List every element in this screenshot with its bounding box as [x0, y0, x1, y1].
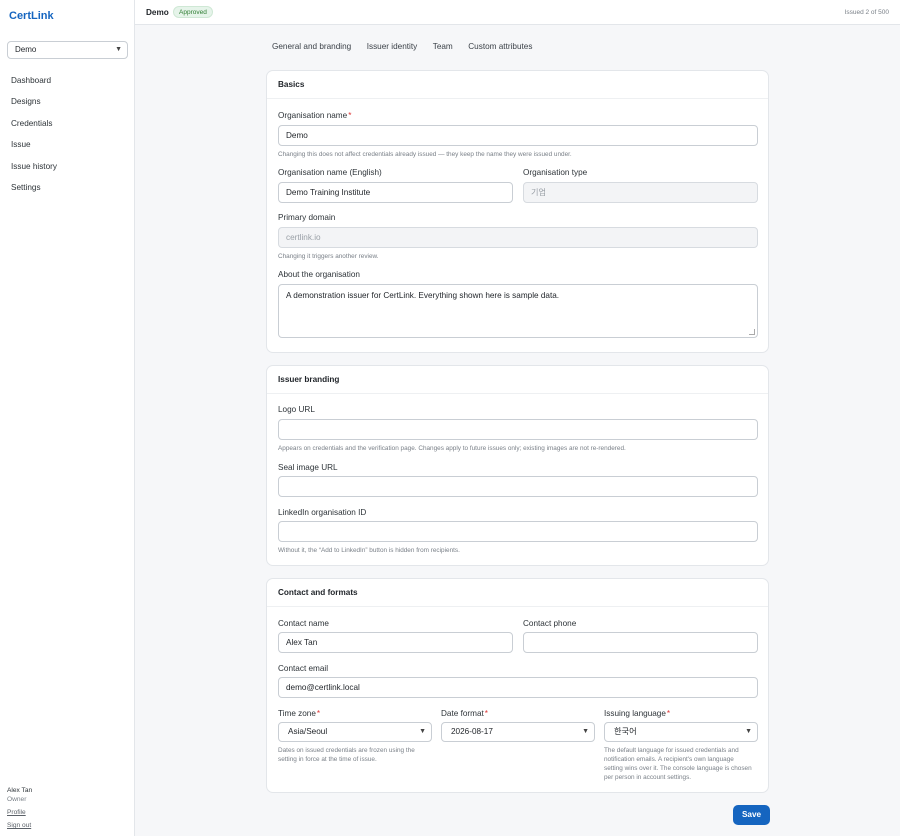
tab-custom-attributes[interactable]: Custom attributes: [468, 42, 532, 51]
date-format-label: Date format*: [441, 709, 488, 718]
organisation-select[interactable]: Demo ▼: [7, 41, 128, 59]
time-zone-help: Dates on issued credentials are frozen u…: [278, 747, 415, 763]
sign-out-link[interactable]: Sign out: [7, 821, 32, 830]
required-mark: *: [348, 111, 352, 120]
basics-card: Basics Organisation name* Demo Changing …: [266, 70, 769, 353]
linkedin-id-label: LinkedIn organisation ID: [278, 508, 367, 517]
time-zone-value: Asia/Seoul: [288, 727, 328, 736]
linkedin-id-input[interactable]: [278, 521, 758, 542]
brand-logo[interactable]: CertLink: [9, 10, 54, 22]
branding-title: Issuer branding: [267, 366, 768, 394]
profile-link[interactable]: Profile: [7, 808, 32, 817]
org-name-title: Demo: [146, 8, 169, 17]
issued-count: Issued 2 of 500: [844, 9, 889, 16]
organisation-select-value: Demo: [15, 45, 37, 54]
org-type-input[interactable]: 기업: [523, 182, 758, 203]
sidebar-item-credentials[interactable]: Credentials: [11, 119, 57, 140]
org-name-label: Organisation name*: [278, 111, 352, 120]
status-badge: Approved: [173, 6, 213, 18]
contact-phone-input[interactable]: [523, 632, 758, 653]
date-format-select[interactable]: 2026-08-17 ▼: [441, 722, 595, 742]
required-mark: *: [316, 709, 321, 718]
logo-url-help: Appears on credentials and the verificat…: [278, 445, 626, 452]
tab-team[interactable]: Team: [433, 42, 453, 51]
time-zone-select[interactable]: Asia/Seoul ▼: [278, 722, 432, 742]
time-zone-label: Time zone*: [278, 709, 321, 718]
date-format-value: 2026-08-17: [451, 727, 493, 736]
sidebar-item-settings[interactable]: Settings: [11, 183, 57, 204]
chevron-down-icon: ▼: [115, 46, 122, 53]
logo-url-label: Logo URL: [278, 405, 315, 414]
chevron-down-icon: ▼: [582, 728, 589, 735]
about-text: A demonstration issuer for CertLink. Eve…: [286, 291, 560, 300]
domain-label: Primary domain: [278, 213, 336, 222]
domain-help: Changing it triggers another review.: [278, 253, 379, 260]
issuing-language-help: The default language for issued credenti…: [604, 747, 752, 781]
tab-general-and-branding[interactable]: General and branding: [272, 42, 351, 51]
sidebar-nav: Dashboard Designs Credentials Issue Issu…: [11, 76, 57, 204]
domain-input[interactable]: certlink.io: [278, 227, 758, 248]
about-textarea[interactable]: A demonstration issuer for CertLink. Eve…: [278, 284, 758, 338]
required-mark: *: [484, 709, 488, 718]
linkedin-id-help: Without it, the “Add to LinkedIn” button…: [278, 547, 460, 554]
sidebar-item-designs[interactable]: Designs: [11, 97, 57, 118]
settings-tabs: General and branding Issuer identity Tea…: [272, 42, 532, 51]
contact-title: Contact and formats: [267, 579, 768, 607]
user-block: Alex Tan Owner Profile Sign out: [7, 786, 32, 830]
chevron-down-icon: ▼: [419, 728, 426, 735]
issuing-language-select[interactable]: 한국어 ▼: [604, 722, 758, 742]
user-role: Owner: [7, 796, 27, 803]
basics-title: Basics: [267, 71, 768, 99]
sidebar: CertLink Demo ▼ Dashboard Designs Creden…: [0, 0, 135, 836]
issuing-language-value: 한국어: [614, 727, 637, 736]
top-bar: Demo Approved Issued 2 of 500: [135, 0, 900, 25]
logo-url-input[interactable]: [278, 419, 758, 440]
org-type-label: Organisation type: [523, 168, 588, 177]
issuing-language-label: Issuing language*: [604, 709, 671, 718]
required-mark: *: [666, 709, 671, 718]
sidebar-item-dashboard[interactable]: Dashboard: [11, 76, 57, 97]
seal-url-input[interactable]: [278, 476, 758, 497]
contact-email-label: Contact email: [278, 664, 329, 673]
user-name: Alex Tan: [7, 787, 33, 794]
org-name-en-label: Organisation name (English): [278, 168, 382, 177]
sidebar-item-issue-history[interactable]: Issue history: [11, 162, 57, 183]
contact-formats-card: Contact and formats Contact name Alex Ta…: [266, 578, 769, 793]
issuer-branding-card: Issuer branding Logo URL Appears on cred…: [266, 365, 769, 566]
save-button[interactable]: Save: [733, 805, 770, 825]
org-name-en-input[interactable]: Demo Training Institute: [278, 182, 513, 203]
org-name-input[interactable]: Demo: [278, 125, 758, 146]
contact-phone-label: Contact phone: [523, 619, 577, 628]
tab-issuer-identity[interactable]: Issuer identity: [367, 42, 418, 51]
contact-name-input[interactable]: Alex Tan: [278, 632, 513, 653]
sidebar-item-issue[interactable]: Issue: [11, 140, 57, 161]
chevron-down-icon: ▼: [745, 728, 752, 735]
contact-name-label: Contact name: [278, 619, 329, 628]
contact-email-input[interactable]: demo@certlink.local: [278, 677, 758, 698]
about-label: About the organisation: [278, 270, 360, 279]
resize-handle-icon[interactable]: [749, 329, 755, 335]
seal-url-label: Seal image URL: [278, 463, 338, 472]
org-name-help: Changing this does not affect credential…: [278, 151, 572, 158]
